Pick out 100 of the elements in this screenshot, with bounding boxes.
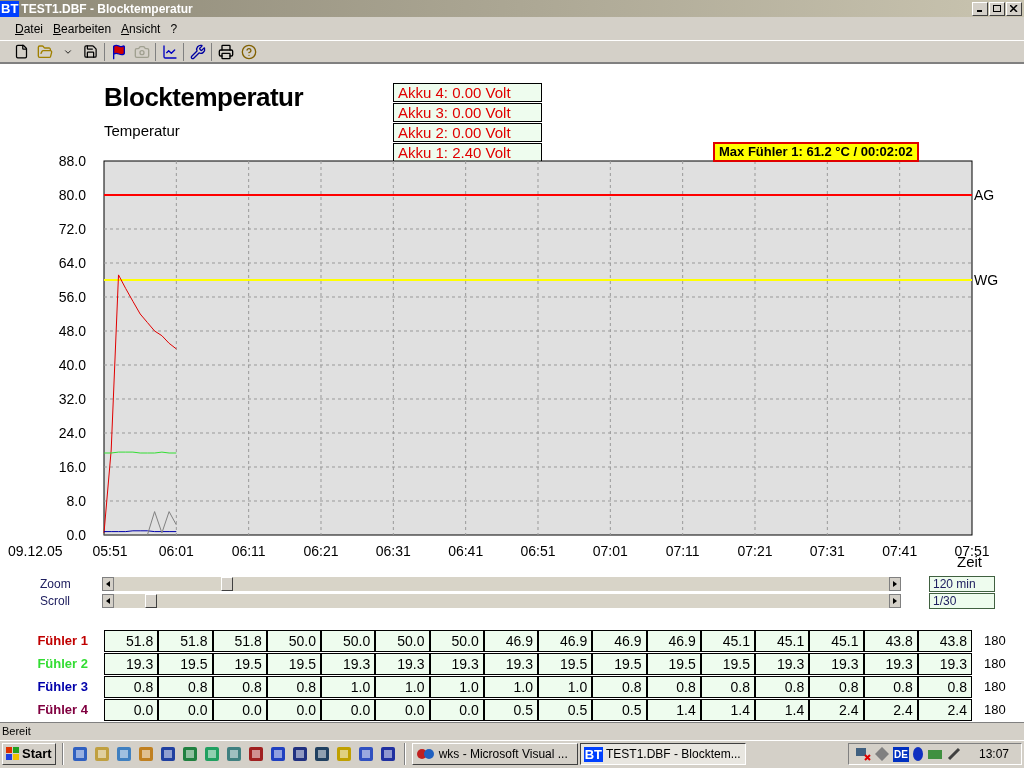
windows-logo-icon <box>6 747 20 761</box>
table-cell: 0.5 <box>483 698 538 721</box>
table-cell: 19.5 <box>646 652 701 675</box>
slider-label: Scroll <box>39 592 71 610</box>
maximize-button[interactable] <box>989 1 1005 16</box>
table-cell: 19.5 <box>700 652 755 675</box>
menu-item[interactable]: Datei <box>15 19 44 38</box>
chart-title: Blocktemperatur <box>104 82 305 112</box>
table-cell: 0.8 <box>158 675 213 698</box>
quick-launch-icon[interactable] <box>247 746 264 762</box>
table-cell: 0.8 <box>809 675 864 698</box>
table-cell: 19.3 <box>321 652 376 675</box>
tray-icon <box>946 747 961 761</box>
axis-label: 07:11 <box>665 543 700 559</box>
scroll-right-icon[interactable] <box>889 576 901 591</box>
scroll-left-icon[interactable] <box>102 593 114 608</box>
axis-label: 06:51 <box>520 543 556 559</box>
axis-label: 06:11 <box>231 543 266 559</box>
taskbar-button[interactable]: BT TEST1.DBF - Blocktem... <box>579 743 746 765</box>
table-cell: 0.8 <box>104 675 159 698</box>
table-cell: 19.3 <box>375 652 430 675</box>
axis-label: 07:01 <box>592 543 628 559</box>
max-reading: Max Fühler 1: 61.2 °C / 00:02:02 <box>713 142 919 162</box>
table-cell: 1.0 <box>483 675 538 698</box>
language-indicator[interactable]: DE <box>893 746 909 762</box>
axis-label: 0.0 <box>66 527 86 543</box>
close-icon <box>1010 5 1018 12</box>
axis-label: 40.0 <box>58 357 86 373</box>
tray-icon <box>926 747 943 761</box>
table-cell: 0.8 <box>755 675 810 698</box>
window-title: TEST1.DBF - Blocktemperatur <box>21 0 193 18</box>
row-label: Fühler 2 <box>36 654 89 673</box>
row-label: Fühler 3 <box>36 677 89 696</box>
table-cell: 19.3 <box>917 652 972 675</box>
limit-label: WG <box>974 272 999 288</box>
row-total: 180 <box>984 654 1006 673</box>
axis-label: 06:41 <box>448 543 484 559</box>
quick-launch-icon[interactable] <box>181 746 198 762</box>
axis-label: 72.0 <box>58 221 86 237</box>
table-cell: 45.1 <box>809 629 864 652</box>
table-cell: 19.3 <box>809 652 864 675</box>
table-cell: 0.8 <box>266 675 321 698</box>
axis-label: 88.0 <box>58 153 86 169</box>
quick-launch-icon[interactable] <box>357 746 374 762</box>
table-cell: 1.0 <box>538 675 593 698</box>
axis-label: 05:51 <box>92 543 128 559</box>
quick-launch-icon[interactable] <box>71 746 88 762</box>
table-cell: 19.3 <box>863 652 918 675</box>
start-button[interactable]: Start <box>2 743 56 765</box>
taskbar-button[interactable]: wks - Microsoft Visual ... <box>411 743 578 765</box>
table-cell: 0.0 <box>104 698 159 721</box>
table-cell: 19.3 <box>104 652 159 675</box>
table-cell: 51.8 <box>158 629 213 652</box>
menu-item[interactable]: Bearbeiten <box>53 19 112 38</box>
menu-item[interactable]: Ansicht <box>121 19 161 38</box>
table-cell: 19.5 <box>266 652 321 675</box>
table-cell: 1.0 <box>375 675 430 698</box>
axis-label: 07:41 <box>882 543 918 559</box>
table-cell: 0.8 <box>700 675 755 698</box>
slider-thumb[interactable] <box>144 593 157 608</box>
row-label: Fühler 1 <box>36 631 89 650</box>
table-cell: 2.4 <box>863 698 918 721</box>
table-cell: 50.0 <box>429 629 484 652</box>
chart-subtitle: Temperatur <box>104 121 181 141</box>
slider-value: 120 min <box>929 575 995 592</box>
battery-reading: Akku 4: 0.00 Volt <box>393 83 542 102</box>
table-cell: 19.5 <box>212 652 267 675</box>
slider-value: 1/30 <box>929 592 995 609</box>
close-button[interactable] <box>1006 1 1022 16</box>
limit-label: AG <box>974 187 995 203</box>
menu-item[interactable]: ? <box>170 19 178 38</box>
scroll-left-icon[interactable] <box>102 576 114 591</box>
axis-label: 64.0 <box>58 255 86 271</box>
quick-launch-icon[interactable] <box>291 746 308 762</box>
table-cell: 46.9 <box>483 629 538 652</box>
row-label: Fühler 4 <box>36 700 89 719</box>
table-cell: 50.0 <box>375 629 430 652</box>
slider-track[interactable] <box>102 593 901 608</box>
quick-launch-icon[interactable] <box>159 746 176 762</box>
table-cell: 45.1 <box>755 629 810 652</box>
battery-reading: Akku 2: 0.00 Volt <box>393 123 542 142</box>
table-cell: 19.5 <box>592 652 647 675</box>
table-cell: 43.8 <box>917 629 972 652</box>
axis-label: 32.0 <box>58 391 86 407</box>
quick-launch-icon[interactable] <box>313 746 330 762</box>
table-cell: 51.8 <box>104 629 159 652</box>
table-cell: 0.0 <box>321 698 376 721</box>
quick-launch-icon[interactable] <box>269 746 286 762</box>
axis-label: 16.0 <box>58 459 86 475</box>
table-cell: 1.4 <box>755 698 810 721</box>
scroll-right-icon[interactable] <box>889 593 901 608</box>
table-cell: 19.5 <box>538 652 593 675</box>
slider-track[interactable] <box>102 576 901 591</box>
axis-label: 07:21 <box>737 543 773 559</box>
quick-launch-icon[interactable] <box>379 746 396 762</box>
table-cell: 0.0 <box>212 698 267 721</box>
slider-thumb[interactable] <box>220 576 233 591</box>
table-cell: 46.9 <box>592 629 647 652</box>
app-icon <box>415 748 436 760</box>
minimize-button[interactable] <box>972 1 988 16</box>
